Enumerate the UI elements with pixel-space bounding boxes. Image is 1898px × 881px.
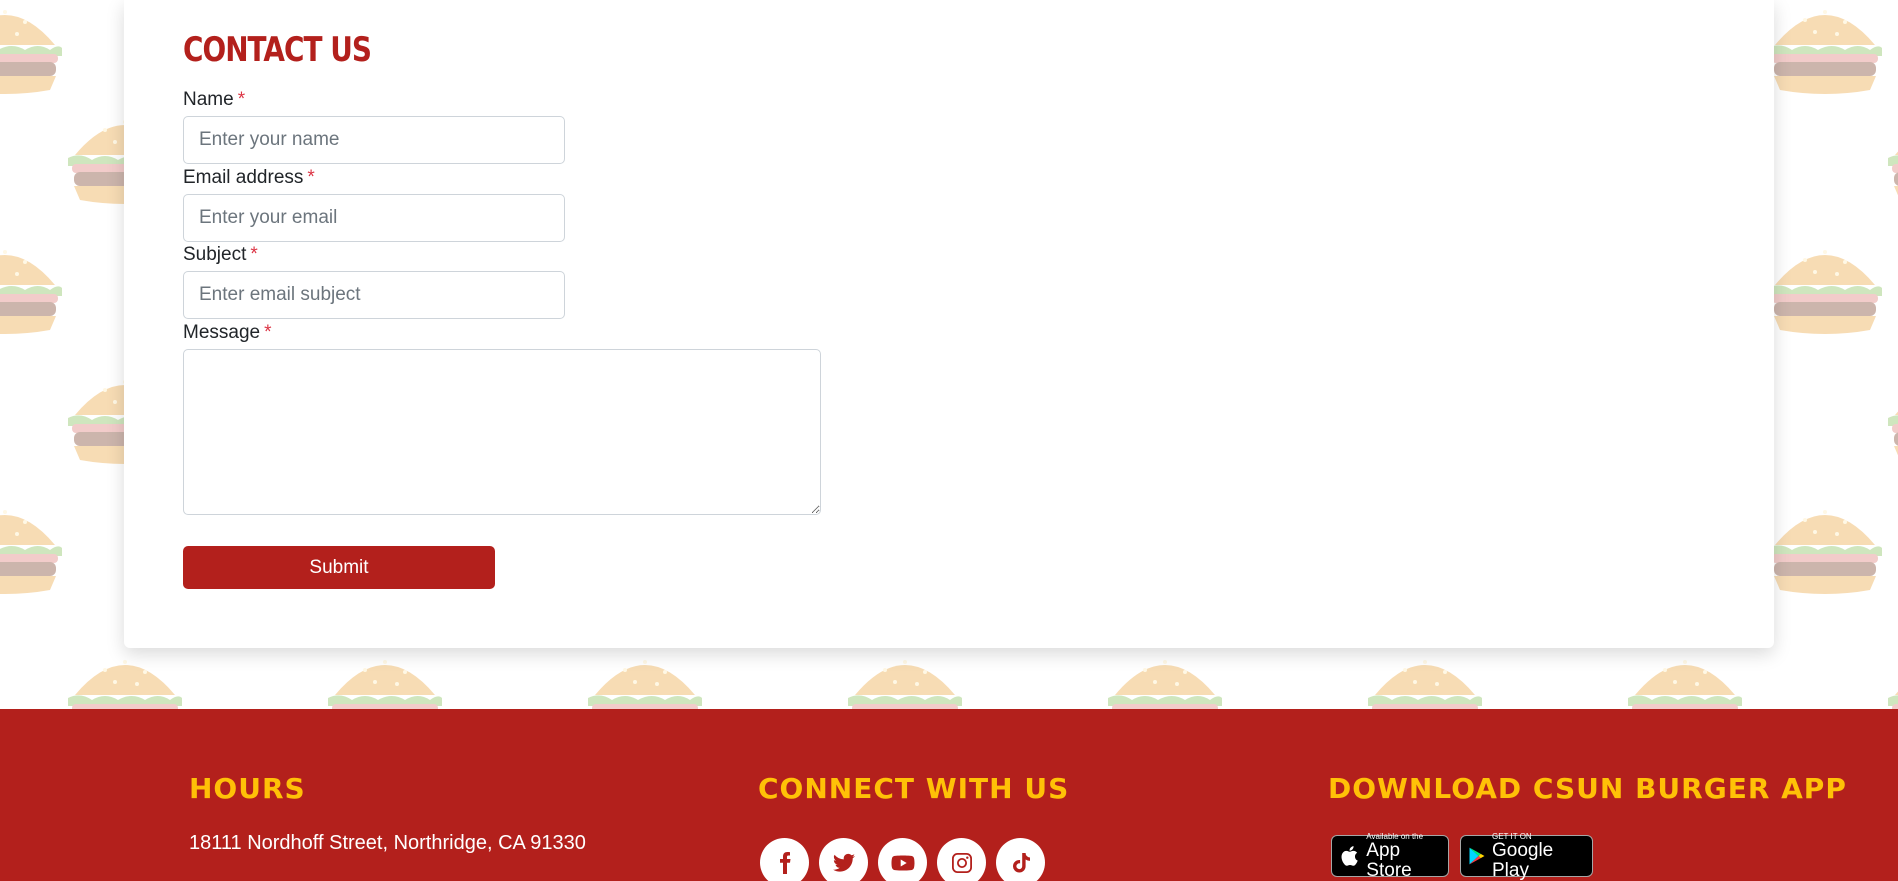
address-text: 18111 Nordhoff Street, Northridge, CA 91… xyxy=(189,832,586,854)
app-store-text: Available on the App Store xyxy=(1366,832,1442,881)
tiktok-link[interactable] xyxy=(996,838,1045,881)
youtube-icon xyxy=(891,855,914,870)
burger-decoration xyxy=(0,230,70,350)
email-input[interactable] xyxy=(183,194,565,242)
burger-decoration xyxy=(1760,490,1890,610)
apple-icon xyxy=(1341,846,1358,866)
burger-decoration xyxy=(1760,0,1890,110)
burger-decoration xyxy=(320,640,450,710)
burger-decoration xyxy=(580,640,710,710)
burger-decoration xyxy=(1760,230,1890,350)
message-label: Message * xyxy=(183,322,272,344)
connect-heading: CONNECT WITH US xyxy=(758,772,1070,805)
required-mark: * xyxy=(250,244,258,265)
hours-heading: HOURS xyxy=(189,772,306,805)
burger-decoration xyxy=(1620,640,1750,710)
burger-decoration xyxy=(0,490,70,610)
google-play-badge[interactable]: GET IT ON Google Play xyxy=(1460,832,1593,880)
social-links xyxy=(760,838,1045,881)
app-download-heading: DOWNLOAD CSUN BURGER APP xyxy=(1328,772,1847,805)
twitter-link[interactable] xyxy=(819,838,868,881)
page-title: Contact Us xyxy=(183,30,372,70)
google-play-big-text: Google Play xyxy=(1491,839,1554,881)
youtube-link[interactable] xyxy=(878,838,927,881)
message-label-text: Message xyxy=(183,322,261,343)
burger-decoration xyxy=(1880,640,1898,710)
burger-decoration xyxy=(60,640,190,710)
google-play-text: GET IT ON Google Play xyxy=(1492,832,1586,881)
required-mark: * xyxy=(264,322,272,343)
name-label: Name * xyxy=(183,89,245,111)
subject-label: Subject * xyxy=(183,244,258,266)
submit-button[interactable]: Submit xyxy=(183,546,495,589)
facebook-link[interactable] xyxy=(760,838,809,881)
twitter-icon xyxy=(832,853,855,872)
email-label: Email address * xyxy=(183,167,315,189)
email-label-text: Email address xyxy=(183,167,304,188)
app-store-badge[interactable]: Available on the App Store xyxy=(1331,832,1449,880)
burger-decoration xyxy=(840,640,970,710)
google-play-icon xyxy=(1469,847,1485,865)
burger-decoration xyxy=(0,0,70,110)
burger-decoration xyxy=(1880,360,1898,480)
app-store-big-text: App Store xyxy=(1366,839,1412,881)
instagram-link[interactable] xyxy=(937,838,986,881)
name-input[interactable] xyxy=(183,116,565,164)
footer: HOURS 18111 Nordhoff Street, Northridge,… xyxy=(0,709,1898,881)
burger-decoration xyxy=(1100,640,1230,710)
subject-label-text: Subject xyxy=(183,244,247,265)
tiktok-icon xyxy=(1012,852,1030,873)
instagram-icon xyxy=(951,852,972,873)
burger-decoration xyxy=(1360,640,1490,710)
facebook-icon xyxy=(779,851,790,874)
required-mark: * xyxy=(237,89,246,110)
name-label-text: Name xyxy=(183,89,234,110)
subject-input[interactable] xyxy=(183,271,565,319)
required-mark: * xyxy=(307,167,315,188)
burger-decoration xyxy=(1880,100,1898,220)
contact-card: Contact Us Name* Email address* Subject*… xyxy=(124,0,1774,648)
message-textarea[interactable] xyxy=(183,349,821,515)
